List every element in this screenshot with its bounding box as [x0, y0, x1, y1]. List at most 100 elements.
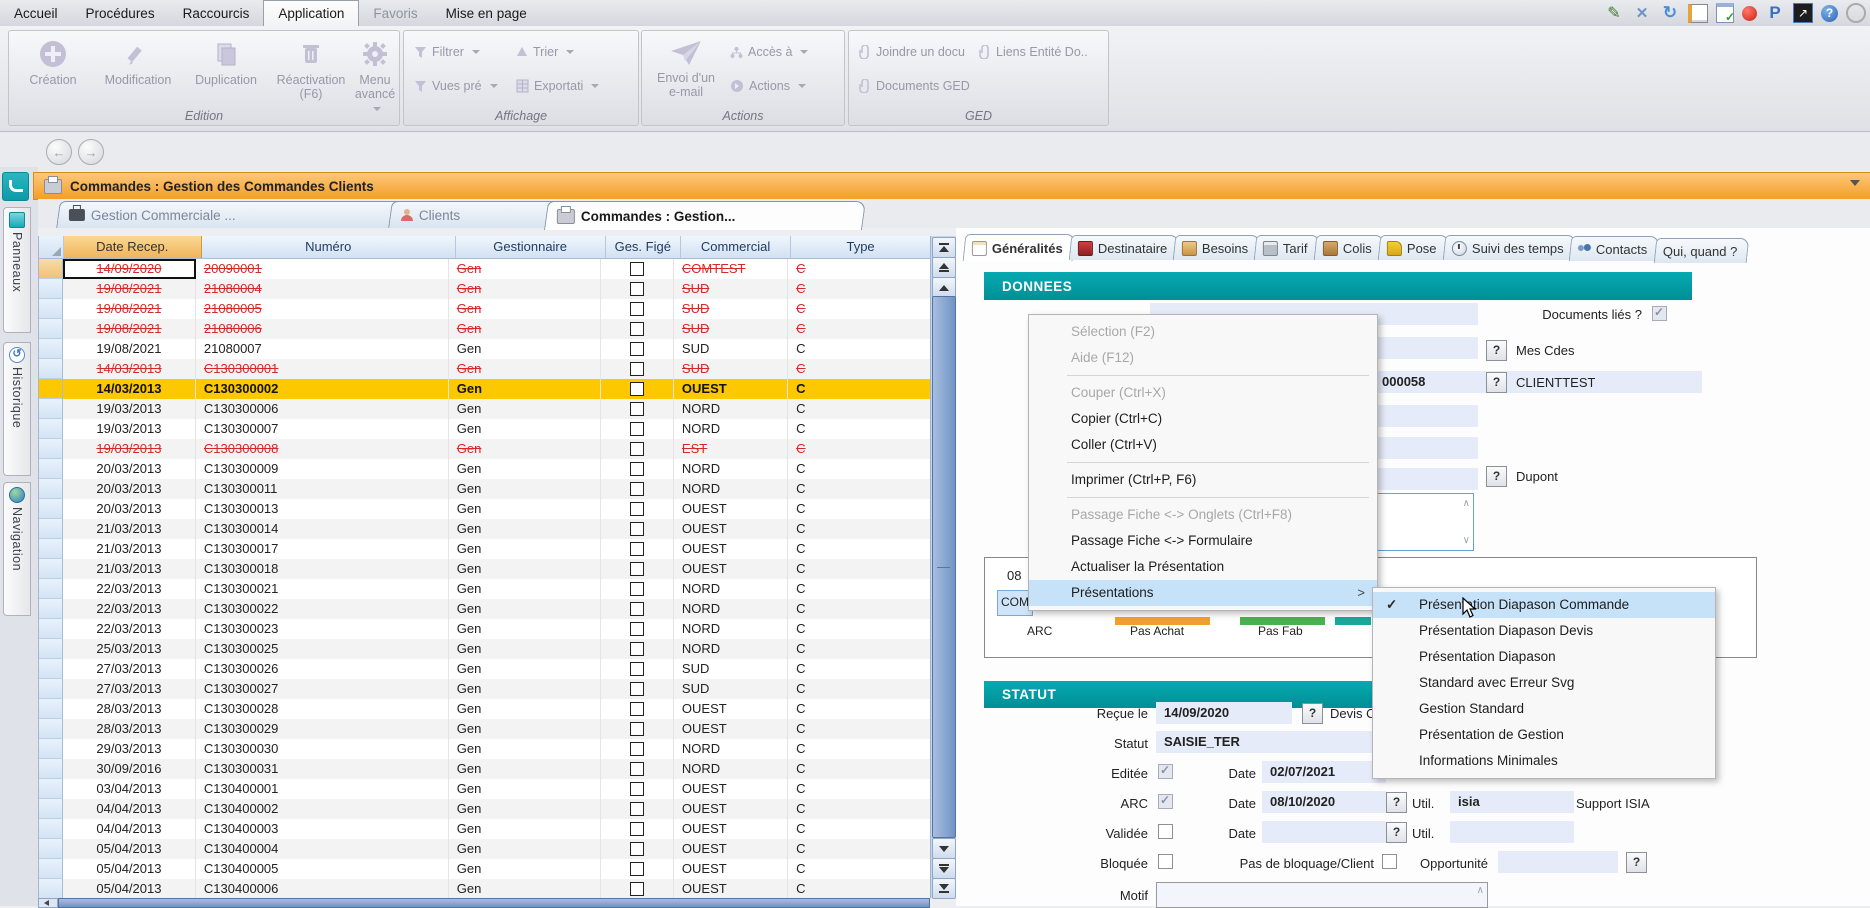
creation-button[interactable]: Création [15, 39, 91, 87]
submenu-item-standard-avec-erreur-svg[interactable]: Standard avec Erreur Svg [1373, 670, 1715, 696]
submenu-item-pr-sentation-de-gestion[interactable]: Présentation de Gestion [1373, 722, 1715, 748]
checkbox-icon[interactable] [630, 262, 644, 276]
row-header-cell[interactable] [39, 359, 63, 379]
table-row[interactable]: 22/03/2013C130300022GenNORDC [39, 599, 931, 619]
scroll-up-button[interactable] [932, 277, 956, 298]
exportation-button[interactable]: Exportati [516, 79, 599, 93]
doc-tab-1[interactable]: Gestion Commerciale ... [56, 201, 416, 228]
scroll-top-button[interactable] [932, 237, 956, 258]
checkbox-icon[interactable] [630, 482, 644, 496]
documents-lies-checkbox[interactable] [1652, 306, 1667, 321]
table-row[interactable]: 20/03/2013C130300009GenNORDC [39, 459, 931, 479]
checkbox-icon[interactable] [630, 522, 644, 536]
sidebar-tab-navigation[interactable]: Navigation [3, 482, 31, 616]
checkbox-icon[interactable] [630, 302, 644, 316]
checkbox-icon[interactable] [630, 602, 644, 616]
back-button[interactable]: ← [46, 139, 72, 165]
checkbox-icon[interactable] [630, 642, 644, 656]
recue-le-field[interactable]: 14/09/2020 [1156, 702, 1292, 724]
sidebar-tab-historique[interactable]: Historique [3, 342, 31, 476]
row-header-cell[interactable] [39, 639, 63, 659]
close-x-icon[interactable] [1632, 3, 1652, 23]
help-icon[interactable] [1821, 5, 1838, 22]
opportunite-help-button[interactable]: ? [1626, 852, 1647, 873]
sign-edit-icon[interactable] [1604, 3, 1624, 23]
liens-entite-button[interactable]: Liens Entité Do.. [979, 45, 1088, 59]
row-header-cell[interactable] [39, 579, 63, 599]
modification-button[interactable]: Modification [95, 39, 181, 87]
chevron-down-icon[interactable]: ∨ [1463, 535, 1470, 546]
table-row[interactable]: 30/09/2016C130300031GenNORDC [39, 759, 931, 779]
row-header-cell[interactable] [39, 839, 63, 859]
submenu-item-informations-minimales[interactable]: Informations Minimales [1373, 748, 1715, 774]
horizontal-scrollbar[interactable] [38, 898, 930, 906]
validee-util-help-button[interactable]: ? [1386, 822, 1407, 843]
envoi-email-button[interactable]: Envoi d'un e-mail [650, 39, 722, 99]
row-header-cell[interactable] [39, 379, 63, 399]
menubar-item-raccourcis[interactable]: Raccourcis [169, 1, 264, 26]
table-row[interactable]: 19/08/202121080006GenSUDC [39, 319, 931, 339]
row-header-cell[interactable] [39, 619, 63, 639]
checkbox-icon[interactable] [630, 862, 644, 876]
table-row[interactable]: 21/03/2013C130300014GenOUESTC [39, 519, 931, 539]
checkbox-icon[interactable] [630, 462, 644, 476]
table-row[interactable]: 28/03/2013C130300028GenOUESTC [39, 699, 931, 719]
table-row[interactable]: 05/04/2013C130400006GenOUESTC [39, 879, 931, 899]
checkbox-icon[interactable] [630, 682, 644, 696]
row-header-cell[interactable] [39, 719, 63, 739]
scrollbar-thumb[interactable] [932, 296, 956, 838]
row-header-cell[interactable] [39, 519, 63, 539]
table-row[interactable]: 20/03/2013C130300013GenOUESTC [39, 499, 931, 519]
menu-item-coller-ctrl-v-[interactable]: Coller (Ctrl+V) [1029, 432, 1377, 458]
row-header-cell[interactable] [39, 799, 63, 819]
table-row[interactable]: 19/08/202121080004GenSUDC [39, 279, 931, 299]
arc-checkbox[interactable] [1158, 794, 1173, 809]
opportunite-field[interactable] [1498, 851, 1618, 873]
row-header-cell[interactable] [39, 859, 63, 879]
menu-item-actualiser-la-pr-sentation[interactable]: Actualiser la Présentation [1029, 554, 1377, 580]
table-row[interactable]: 29/03/2013C130300030GenNORDC [39, 739, 931, 759]
validee-date-field[interactable] [1262, 821, 1386, 843]
validee-util-field[interactable] [1450, 821, 1574, 843]
documents-ged-button[interactable]: Documents GED [859, 79, 970, 93]
acces-a-button[interactable]: Accès à [730, 45, 808, 59]
joindre-docu-button[interactable]: Joindre un docu [859, 45, 965, 59]
checkbox-icon[interactable] [630, 442, 644, 456]
refresh-icon[interactable] [1660, 3, 1680, 23]
chevron-up-icon[interactable]: ∧ [1477, 885, 1484, 896]
submenu-item-gestion-standard[interactable]: Gestion Standard [1373, 696, 1715, 722]
sidebar-tab-panneaux[interactable]: Panneaux [3, 207, 31, 333]
devis-help-button[interactable]: ? [1302, 703, 1323, 724]
dupont-help-button[interactable]: ? [1486, 466, 1507, 487]
menu-avance-button[interactable]: Menu avancé [353, 39, 397, 115]
letter-p-icon[interactable] [1765, 3, 1785, 23]
arc-util-field[interactable]: isia [1450, 791, 1574, 813]
scroll-bottom-button[interactable] [932, 878, 956, 899]
row-header-cell[interactable] [39, 679, 63, 699]
titlebar-dropdown-icon[interactable] [1850, 180, 1860, 186]
checkbox-icon[interactable] [630, 742, 644, 756]
row-header-cell[interactable] [39, 819, 63, 839]
checkbox-icon[interactable] [630, 282, 644, 296]
menubar-item-procédures[interactable]: Procédures [72, 1, 169, 26]
menu-item-pr-sentations[interactable]: Présentations> [1029, 580, 1377, 606]
detail-tab-4[interactable]: Tarif [1254, 235, 1320, 260]
checkbox-icon[interactable] [630, 782, 644, 796]
table-row[interactable]: 19/08/202121080007GenSUDC [39, 339, 931, 359]
mes-cdes-help-button[interactable]: ? [1486, 340, 1507, 361]
table-row[interactable]: 21/03/2013C130300017GenOUESTC [39, 539, 931, 559]
arc-date-field[interactable]: 08/10/2020 [1262, 791, 1386, 813]
table-row[interactable]: 22/03/2013C130300021GenNORDC [39, 579, 931, 599]
row-header-cell[interactable] [39, 599, 63, 619]
row-header-cell[interactable] [39, 339, 63, 359]
calendar-check-icon[interactable] [1716, 3, 1734, 23]
editee-checkbox[interactable] [1158, 764, 1173, 779]
trier-button[interactable]: Trier [516, 45, 574, 59]
table-row[interactable]: 04/04/2013C130400003GenOUESTC [39, 819, 931, 839]
detail-tab-9[interactable]: Qui, quand ? [1653, 238, 1749, 263]
checkbox-icon[interactable] [630, 842, 644, 856]
scrollbar-thumb[interactable] [58, 898, 930, 908]
row-header-cell[interactable] [39, 659, 63, 679]
checkbox-icon[interactable] [630, 342, 644, 356]
submenu-item-pr-sentation-diapason-devis[interactable]: Présentation Diapason Devis [1373, 618, 1715, 644]
